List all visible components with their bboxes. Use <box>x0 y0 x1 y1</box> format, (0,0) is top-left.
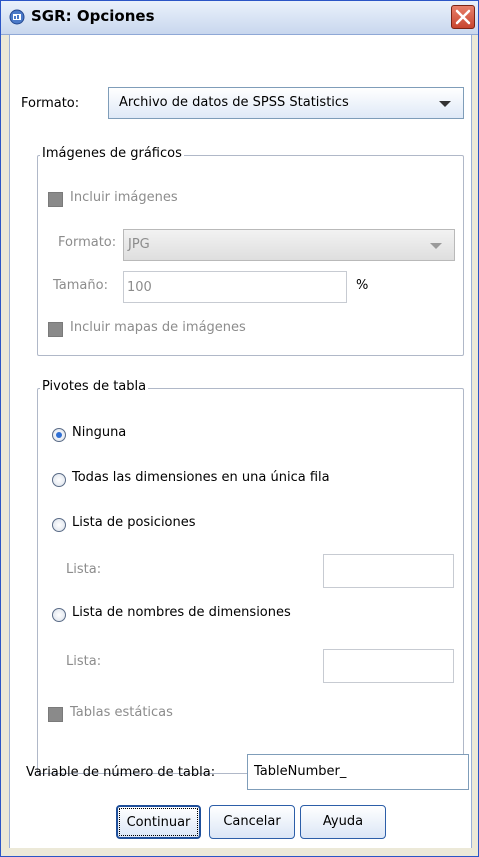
image-size-label: Tamaño: <box>53 278 108 293</box>
window-title: SGR: Opciones <box>31 7 155 25</box>
position-list-input[interactable] <box>323 554 454 588</box>
close-icon <box>455 9 471 25</box>
image-format-dropdown[interactable]: JPG <box>123 229 455 261</box>
cancel-button[interactable]: Cancelar <box>209 805 295 839</box>
radio-all-dimensions-label: Todas las dimensiones en una única fila <box>72 470 330 485</box>
close-button[interactable] <box>451 5 475 29</box>
format-dropdown-value: Archivo de datos de SPSS Statistics <box>119 95 349 110</box>
radio-all-dimensions[interactable] <box>52 473 66 487</box>
table-number-label: Variable de número de tabla: <box>26 765 216 780</box>
radio-position-list-label: Lista de posiciones <box>72 515 196 530</box>
image-size-value: 100 <box>127 280 152 295</box>
app-icon <box>9 9 25 25</box>
chevron-down-icon <box>430 243 442 249</box>
table-number-value: TableNumber_ <box>254 764 347 779</box>
image-format-label: Formato: <box>58 235 117 250</box>
include-maps-checkbox[interactable] <box>48 322 63 337</box>
dialog-window: SGR: Opciones Formato: Archivo de datos … <box>0 0 479 857</box>
dimension-list-input[interactable] <box>323 649 454 683</box>
help-button[interactable]: Ayuda <box>300 805 386 839</box>
position-list-label: Lista: <box>66 562 102 577</box>
continue-button[interactable]: Continuar <box>116 805 201 839</box>
image-size-input[interactable]: 100 <box>123 271 347 303</box>
include-images-label: Incluir imágenes <box>70 190 178 205</box>
format-label: Formato: <box>21 96 80 111</box>
images-group-title: Imágenes de gráficos <box>40 146 184 161</box>
radio-none[interactable] <box>52 428 66 442</box>
dialog-client-area: Formato: Archivo de datos de SPSS Statis… <box>9 35 472 848</box>
image-size-unit: % <box>356 278 369 293</box>
include-images-checkbox[interactable] <box>48 192 63 207</box>
radio-dimension-names[interactable] <box>52 608 66 622</box>
static-tables-checkbox[interactable] <box>48 707 63 722</box>
title-bar[interactable]: SGR: Opciones <box>1 1 478 35</box>
radio-dimension-names-label: Lista de nombres de dimensiones <box>72 605 291 620</box>
image-format-value: JPG <box>128 237 150 252</box>
radio-none-label: Ninguna <box>72 425 127 440</box>
table-number-input[interactable]: TableNumber_ <box>247 754 469 790</box>
chevron-down-icon <box>439 101 451 107</box>
pivot-group-title: Pivotes de tabla <box>40 379 149 394</box>
include-maps-label: Incluir mapas de imágenes <box>70 320 246 335</box>
static-tables-label: Tablas estáticas <box>70 705 173 720</box>
dimension-list-label: Lista: <box>66 654 102 669</box>
format-dropdown[interactable]: Archivo de datos de SPSS Statistics <box>108 87 464 119</box>
radio-position-list[interactable] <box>52 518 66 532</box>
